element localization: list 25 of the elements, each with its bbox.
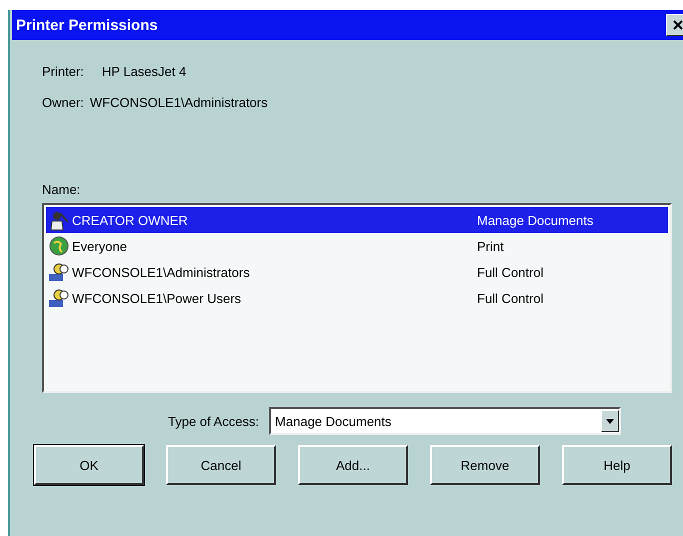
access-dropdown[interactable]: Manage Documents [269, 407, 622, 435]
dialog-button[interactable]: Cancel [166, 445, 276, 485]
user-group-icon [48, 287, 70, 309]
user-icon [48, 209, 70, 231]
user-group-icon [48, 261, 70, 283]
list-item[interactable]: WFCONSOLE1\Power Users Full Control [46, 285, 668, 311]
dropdown-button[interactable] [601, 410, 620, 432]
window-title: Printer Permissions [16, 16, 159, 34]
close-button[interactable] [666, 14, 683, 36]
list-item[interactable]: WFCONSOLE1\Administrators Full Control [46, 259, 668, 285]
caret-icon [606, 418, 614, 424]
list-item[interactable]: CREATOR OWNER Manage Documents [46, 207, 668, 233]
globe-icon [48, 235, 70, 257]
owner-value: WFCONSOLE1\Administrators [90, 95, 268, 110]
dialog-button[interactable]: Help [562, 445, 672, 485]
field-label: Owner: [42, 95, 84, 110]
dialog-button[interactable]: OK [34, 445, 144, 485]
dialog-button[interactable]: Remove [430, 445, 540, 485]
printer-value: HP LasesJet 4 [102, 64, 186, 79]
field-label: Printer: [42, 64, 84, 79]
list-label: Name: [42, 182, 82, 197]
dialog-button[interactable]: Add... [298, 445, 408, 485]
field-label: Type of Access: [168, 414, 260, 428]
list-item[interactable]: Everyone Print [46, 233, 668, 259]
close-icon [673, 20, 683, 30]
